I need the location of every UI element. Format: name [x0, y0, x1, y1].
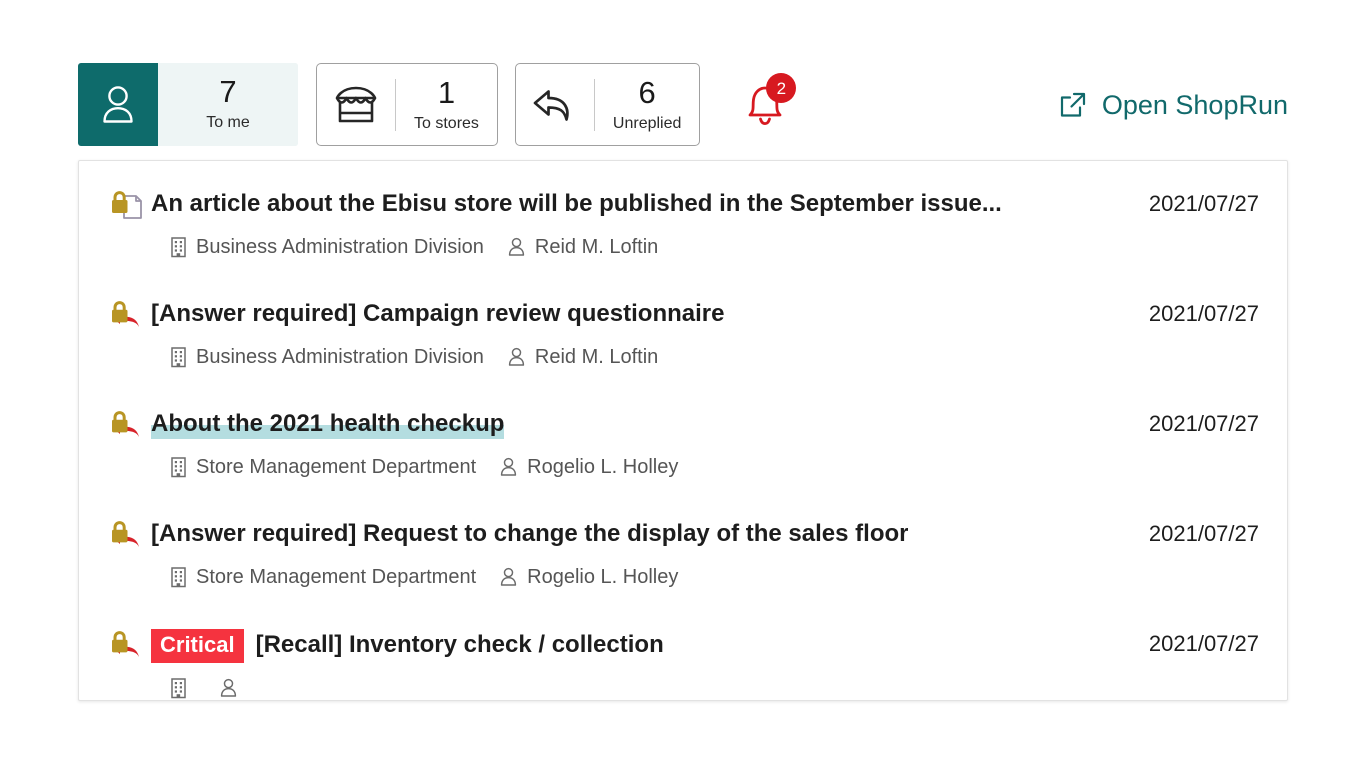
row-department: Business Administration Division — [169, 344, 484, 370]
row-title: An article about the Ebisu store will be… — [151, 190, 1002, 217]
person-icon — [508, 237, 525, 256]
row-department: Business Administration Division — [169, 234, 484, 260]
tab-unreplied-body: 6 Unreplied — [595, 75, 699, 135]
reply-icon — [516, 82, 594, 128]
row-title: [Recall] Inventory check / collection — [255, 631, 664, 658]
row-main: [Answer required] Request to change the … — [109, 491, 1259, 550]
row-department-label: Store Management Department — [196, 566, 477, 588]
row-department-label: Business Administration Division — [196, 236, 484, 258]
row-main: About the 2021 health checkup 2021/07/27 — [109, 381, 1259, 440]
row-department: Store Management Department — [169, 454, 476, 480]
row-title: [Answer required] Request to change the … — [151, 520, 909, 547]
row-sender-label: Rogelio L. Holley — [527, 456, 679, 478]
row-title-wrap: An article about the Ebisu store will be… — [151, 189, 1141, 219]
row-sender: Reid M. Loftin — [506, 344, 658, 370]
row-meta: Store Management Department Rogelio L. H… — [109, 564, 1259, 590]
row-title-wrap: Critical [Recall] Inventory check / coll… — [151, 629, 1141, 663]
row-date: 2021/07/27 — [1148, 411, 1259, 436]
tab-to-me-label: To me — [206, 113, 250, 131]
row-date: 2021/07/27 — [1148, 191, 1259, 216]
tab-to-stores-body: 1 To stores — [396, 75, 497, 135]
tab-to-stores-count: 1 — [437, 74, 456, 110]
tab-unreplied[interactable]: 6 Unreplied — [514, 63, 701, 146]
person-icon — [220, 678, 237, 697]
row-meta — [109, 677, 1259, 699]
row-sender: Reid M. Loftin — [506, 234, 658, 260]
row-sender-label: Rogelio L. Holley — [527, 566, 679, 588]
row-meta: Business Administration Division Reid M.… — [109, 344, 1259, 370]
table-row[interactable]: [Answer required] Request to change the … — [79, 491, 1287, 601]
table-row[interactable]: [Answer required] Campaign review questi… — [79, 271, 1287, 381]
building-icon — [171, 678, 186, 699]
open-shoprun-link[interactable]: Open ShopRun — [1058, 63, 1288, 146]
message-list: An article about the Ebisu store will be… — [78, 160, 1288, 701]
row-title-wrap: [Answer required] Campaign review questi… — [151, 299, 1141, 329]
external-link-icon — [1060, 92, 1085, 117]
building-icon — [171, 237, 186, 258]
notification-bell-button[interactable]: 2 — [726, 63, 804, 146]
table-row[interactable]: Critical [Recall] Inventory check / coll… — [79, 601, 1287, 700]
lock-document-icon — [109, 190, 151, 220]
row-sender: Rogelio L. Holley — [498, 564, 678, 590]
row-title: [Answer required] Campaign review questi… — [151, 300, 725, 327]
row-meta: Store Management Department Rogelio L. H… — [109, 454, 1259, 480]
table-row[interactable]: About the 2021 health checkup 2021/07/27 — [79, 381, 1287, 491]
row-sender — [218, 677, 247, 699]
store-icon — [317, 83, 395, 127]
row-main: Critical [Recall] Inventory check / coll… — [109, 601, 1259, 663]
lock-reply-icon — [109, 410, 151, 440]
row-department — [169, 677, 196, 699]
status-badge: Critical — [151, 629, 244, 663]
row-meta: Business Administration Division Reid M.… — [109, 234, 1259, 260]
person-icon — [501, 567, 517, 586]
row-sender-label: Reid M. Loftin — [534, 236, 659, 258]
lock-reply-icon — [109, 300, 151, 330]
row-title: About the 2021 health checkup — [151, 409, 505, 439]
lock-reply-icon — [109, 520, 151, 550]
row-title-wrap: About the 2021 health checkup — [151, 409, 1141, 439]
lock-reply-icon — [109, 630, 151, 660]
tab-to-me[interactable]: 7 To me — [78, 63, 298, 146]
person-icon — [508, 347, 525, 366]
row-department-label: Business Administration Division — [196, 346, 484, 368]
row-department: Store Management Department — [169, 564, 476, 590]
row-date: 2021/07/27 — [1148, 631, 1259, 656]
tab-unreplied-label: Unreplied — [612, 114, 682, 132]
person-icon — [78, 63, 158, 146]
row-main: [Answer required] Campaign review questi… — [109, 271, 1259, 330]
row-date: 2021/07/27 — [1148, 521, 1259, 546]
table-row[interactable]: An article about the Ebisu store will be… — [79, 161, 1287, 271]
tab-unreplied-count: 6 — [638, 74, 656, 110]
row-department-label: Store Management Department — [196, 456, 477, 478]
tab-to-stores[interactable]: 1 To stores — [316, 63, 498, 146]
row-date: 2021/07/27 — [1148, 301, 1259, 326]
filter-tab-bar: 7 To me 1 To stores 6 Unreplied 2 Open S… — [78, 63, 1288, 147]
building-icon — [171, 567, 186, 588]
building-icon — [171, 347, 186, 368]
person-icon — [501, 457, 517, 476]
tab-to-me-count: 7 — [219, 73, 237, 109]
row-title-wrap: [Answer required] Request to change the … — [151, 519, 1141, 549]
building-icon — [171, 457, 186, 478]
row-main: An article about the Ebisu store will be… — [109, 161, 1259, 220]
open-shoprun-label: Open ShopRun — [1101, 89, 1288, 120]
tab-to-me-body: 7 To me — [158, 63, 298, 146]
row-sender: Rogelio L. Holley — [498, 454, 678, 480]
row-sender-label: Reid M. Loftin — [534, 346, 659, 368]
tab-to-stores-label: To stores — [414, 114, 479, 132]
app-root: 7 To me 1 To stores 6 Unreplied 2 Open S… — [0, 0, 1366, 768]
